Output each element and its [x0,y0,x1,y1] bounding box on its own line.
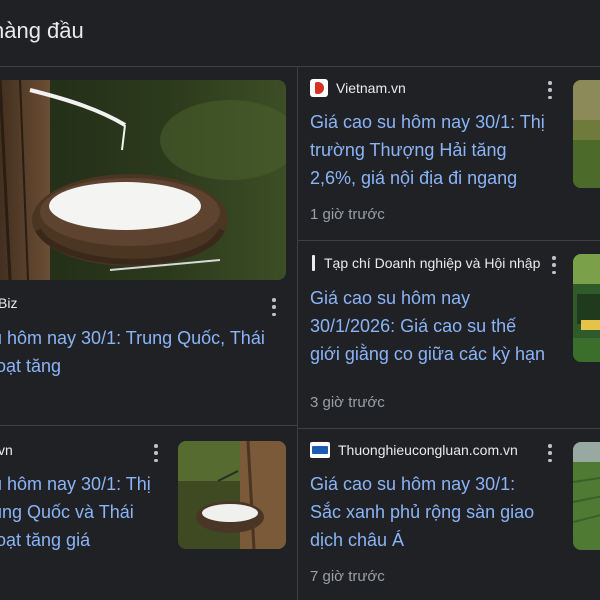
right-card-1-headline[interactable]: Giá cao su hôm nay 30/1: Thị trường Thượ… [310,108,545,192]
more-vert-icon[interactable] [548,256,560,274]
more-vert-icon[interactable] [544,81,556,99]
source-name: vn [0,442,13,458]
rubber-cup-photo [178,441,286,549]
right-card-1-source[interactable]: Vietnam.vn [310,79,406,97]
price-infographic-image [573,254,600,362]
more-vert-icon[interactable] [544,444,556,462]
card-divider [297,428,600,429]
column-divider [297,66,298,600]
left-bottom-source[interactable]: vn [0,442,13,458]
doanh-nghiep-favicon-icon [310,254,316,272]
source-name: Vietnam.vn [336,80,406,96]
timestamp: 3 giờ trước [310,394,385,411]
section-title: hàng đầu [0,18,84,43]
source-name: Biz [0,295,18,311]
left-top-headline[interactable]: u hôm nay 30/1: Trung Quốc, Thái loạt tă… [0,324,265,380]
green-field-photo [573,442,600,550]
plantation-photo [573,80,600,188]
left-bottom-headline[interactable]: u hôm nay 30/1: Thị ung Quốc và Thái loạ… [0,470,151,554]
card-divider [0,425,297,426]
section-divider [0,66,600,67]
card-divider [297,240,600,241]
thuonghieucongluan-favicon-icon [310,442,330,458]
left-top-source[interactable]: Biz [0,295,17,311]
source-name: Tạp chí Doanh nghiệp và Hội nhập [324,255,541,271]
rubber-cup-thumbnail[interactable] [178,441,286,549]
timestamp: 7 giờ trước [310,568,385,585]
vietnam-vn-favicon-icon [310,79,328,97]
more-vert-icon[interactable] [150,444,162,462]
right-card-1-thumbnail[interactable] [573,80,600,188]
right-card-2-source[interactable]: Tạp chí Doanh nghiệp và Hội nhập [310,254,540,272]
right-card-3-headline[interactable]: Giá cao su hôm nay 30/1: Sắc xanh phủ rộ… [310,470,534,554]
right-card-3-thumbnail[interactable] [573,442,600,550]
right-card-2-headline[interactable]: Giá cao su hôm nay 30/1/2026: Giá cao su… [310,284,545,368]
more-vert-icon[interactable] [268,298,280,316]
right-card-3-source[interactable]: Thuonghieucongluan.com.vn [310,442,518,458]
source-name: Thuonghieucongluan.com.vn [338,442,518,458]
rubber-latex-photo [0,80,286,280]
top-stories-panel: hàng đầu Biz u hôm nay 30/1: Trung Quốc,… [0,0,600,600]
timestamp: 1 giờ trước [310,206,385,223]
right-card-2-thumbnail[interactable] [573,254,600,362]
rubber-latex-cup-image[interactable] [0,80,286,280]
